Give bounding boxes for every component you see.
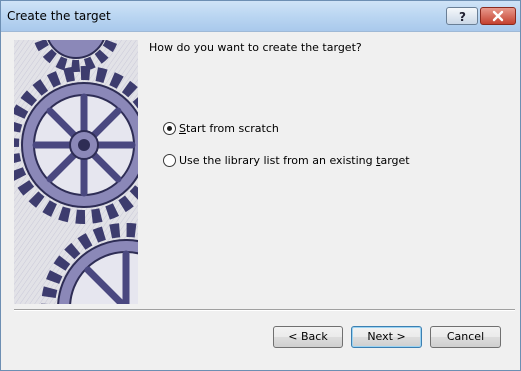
window-title: Create the target bbox=[7, 9, 111, 23]
dialog-body: How do you want to create the target? St… bbox=[6, 32, 515, 364]
back-button[interactable]: < Back bbox=[273, 326, 343, 348]
radio-label-start-from-scratch: Start from scratch bbox=[179, 122, 279, 135]
cancel-button[interactable]: Cancel bbox=[430, 326, 501, 348]
radio-dot bbox=[167, 126, 172, 131]
next-button[interactable]: Next > bbox=[351, 326, 422, 348]
svg-text:?: ? bbox=[459, 10, 466, 24]
question-mark-icon: ? bbox=[459, 10, 466, 24]
radio-label-use-existing-library: Use the library list from an existing ta… bbox=[179, 154, 410, 167]
dialog-window: Create the target ? How do you want to c… bbox=[0, 0, 521, 371]
radio-use-existing-library[interactable]: Use the library list from an existing ta… bbox=[163, 154, 410, 170]
prompt-question: How do you want to create the target? bbox=[149, 41, 362, 54]
close-icon bbox=[492, 10, 504, 22]
radio-button-selected[interactable] bbox=[163, 122, 176, 135]
divider bbox=[14, 309, 515, 311]
radio-button[interactable] bbox=[163, 154, 176, 167]
wizard-gears-image bbox=[14, 40, 138, 304]
title-bar[interactable]: Create the target ? bbox=[1, 1, 520, 32]
close-button[interactable] bbox=[480, 7, 516, 25]
radio-start-from-scratch[interactable]: Start from scratch bbox=[163, 122, 283, 138]
help-button[interactable]: ? bbox=[446, 7, 478, 25]
